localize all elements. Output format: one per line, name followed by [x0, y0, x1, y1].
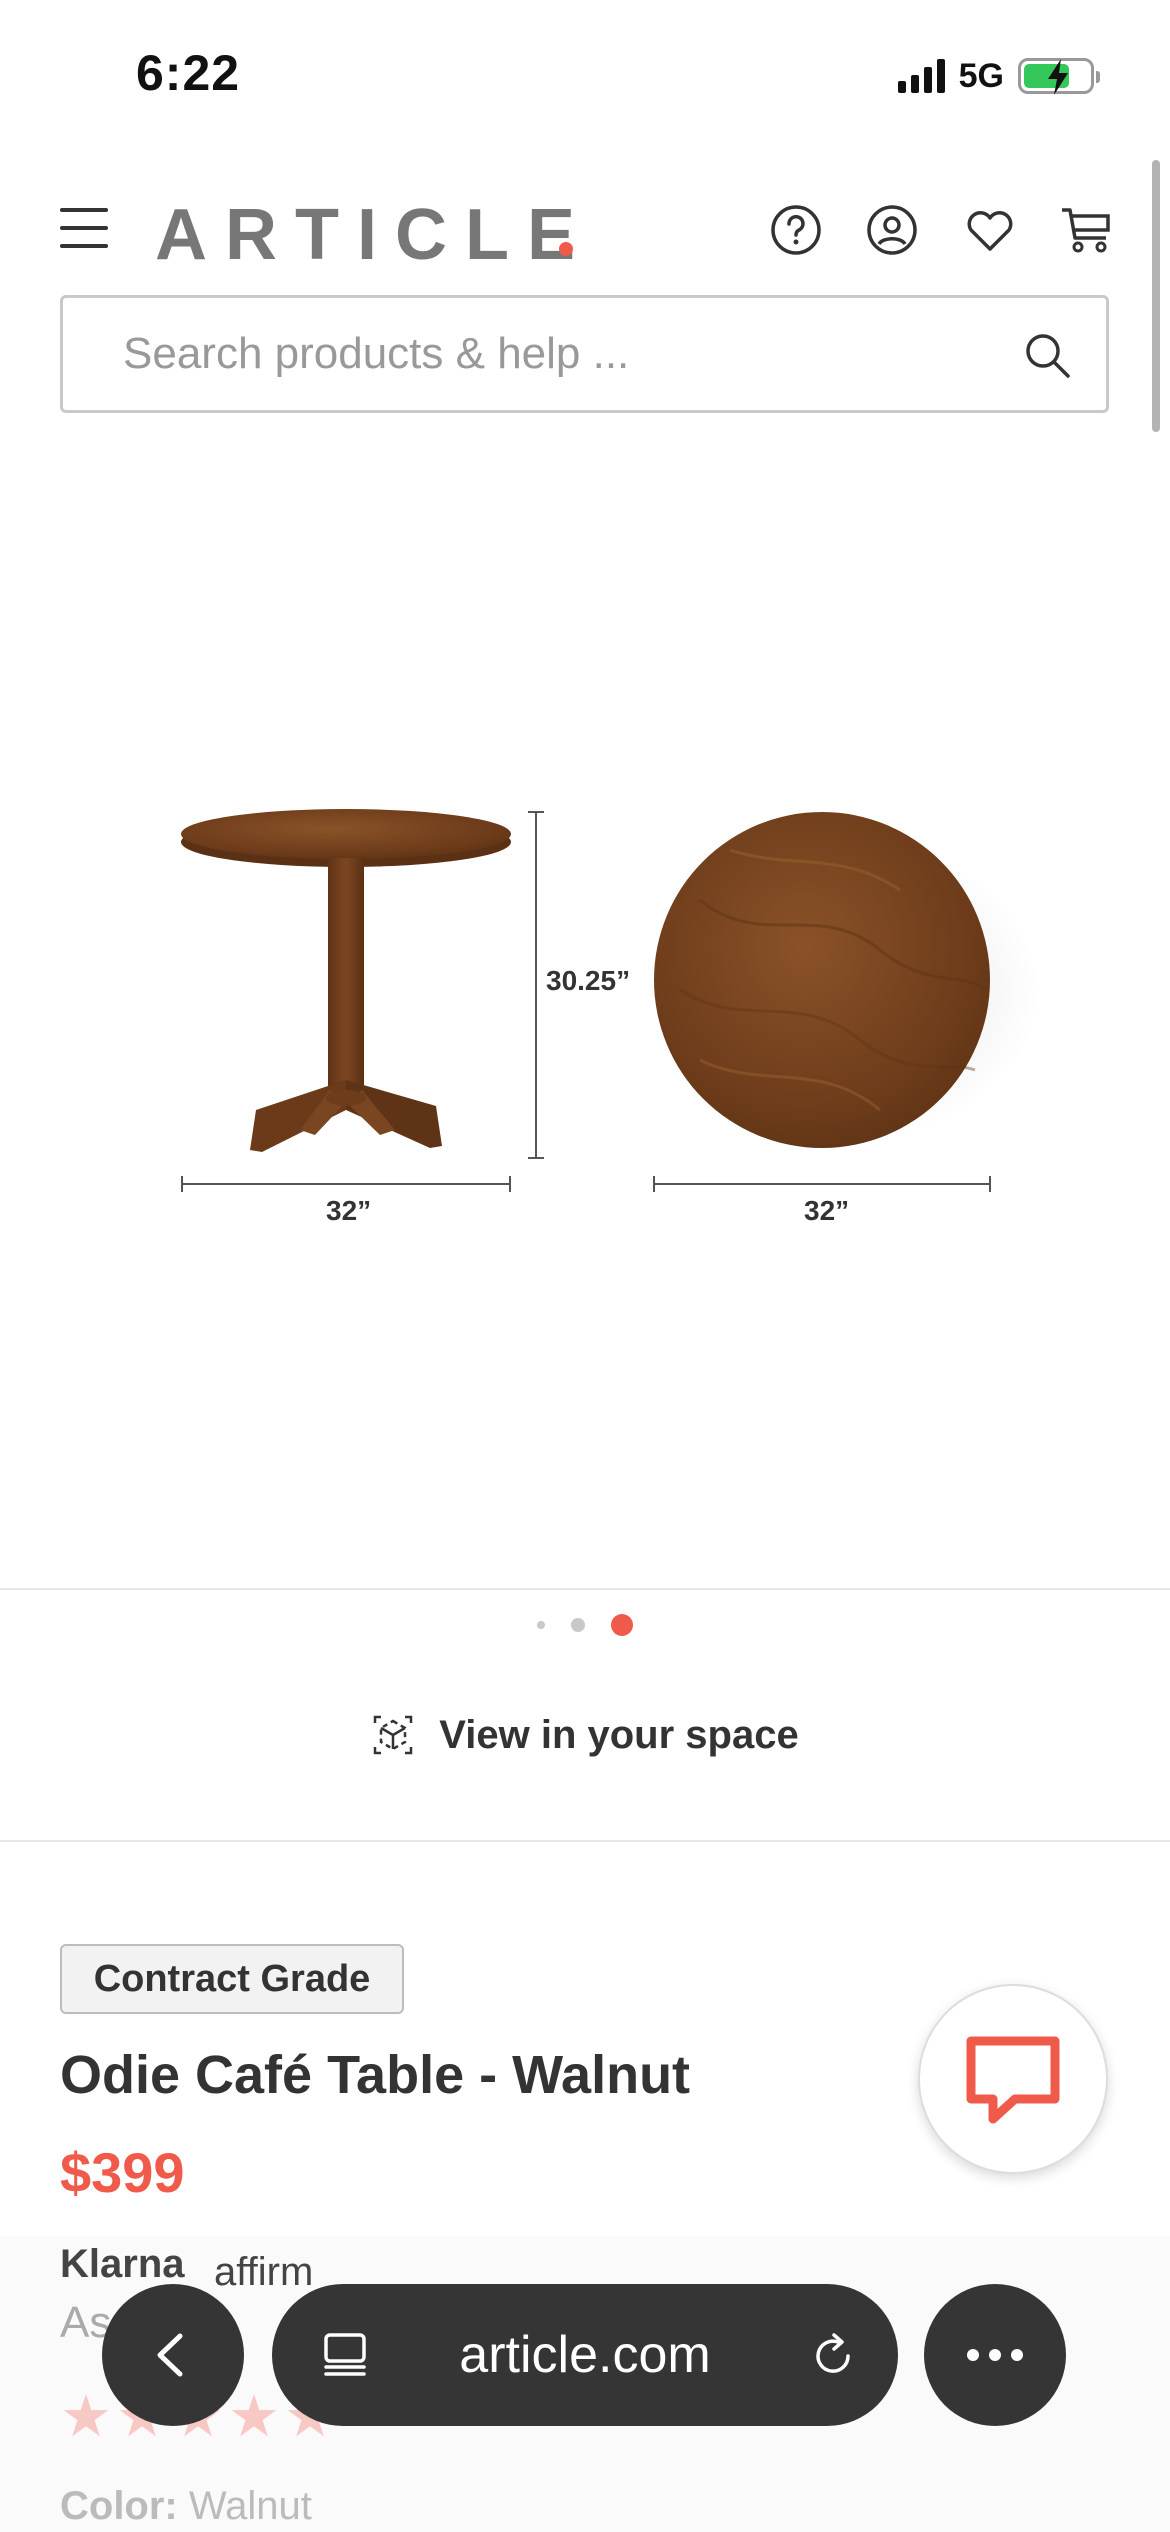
search-icon[interactable] — [1022, 330, 1072, 380]
top-width-label: 32” — [804, 1195, 849, 1226]
height-label: 30.25” — [546, 965, 630, 996]
color-value: Walnut — [188, 2484, 312, 2528]
height-dimension — [528, 811, 544, 1159]
carousel-dots[interactable] — [0, 1614, 1170, 1636]
carousel-dot[interactable] — [571, 1618, 585, 1632]
browser-url: article.com — [459, 2326, 711, 2384]
top-width-dimension — [653, 1176, 991, 1192]
table-side-view — [181, 809, 511, 1152]
status-indicators: 5G — [897, 56, 1100, 96]
reload-icon[interactable] — [808, 2330, 858, 2380]
site-header: ARTICLE — [0, 190, 1170, 275]
product-price: $399 — [60, 2141, 185, 2204]
ar-cube-icon — [374, 1715, 413, 1755]
table-top-view — [654, 812, 1040, 1148]
side-width-label: 32” — [326, 1195, 371, 1226]
klarna-logo: Klarna — [60, 2242, 185, 2286]
side-width-dimension — [181, 1176, 511, 1192]
logo-dot — [559, 242, 573, 256]
battery-icon — [1018, 58, 1100, 95]
site-logo[interactable]: ARTICLE — [155, 194, 593, 276]
browser-address-bar[interactable]: article.com — [272, 2284, 898, 2426]
product-dimension-image[interactable]: 30.25” 32” 32” — [0, 430, 1170, 1590]
view-in-space-button[interactable]: View in your space — [0, 1700, 1170, 1770]
chat-button[interactable] — [918, 1984, 1108, 2174]
browser-back-button[interactable] — [102, 2284, 244, 2426]
divider — [0, 1840, 1170, 1842]
help-icon[interactable] — [768, 202, 824, 258]
more-dot — [989, 2349, 1001, 2361]
status-bar: 6:22 5G — [0, 0, 1170, 150]
search-box — [60, 295, 1109, 413]
color-label: Color: — [60, 2484, 178, 2528]
search-input[interactable] — [123, 298, 1023, 410]
menu-icon[interactable] — [60, 208, 108, 248]
page-scrollbar[interactable] — [1152, 160, 1160, 432]
product-title: Odie Café Table - Walnut — [60, 2045, 691, 2105]
chevron-left-icon — [157, 2333, 183, 2377]
color-selector-label: Color: Walnut — [60, 2484, 312, 2529]
status-time: 6:22 — [136, 45, 241, 101]
contract-grade-badge: Contract Grade — [60, 1944, 404, 2014]
carousel-dot[interactable] — [611, 1614, 633, 1636]
account-icon[interactable] — [864, 202, 920, 258]
signal-icon — [897, 59, 945, 93]
wishlist-heart-icon[interactable] — [962, 202, 1018, 258]
carousel-dot[interactable] — [537, 1621, 545, 1629]
view-in-space-label: View in your space — [439, 1712, 799, 1757]
more-dot — [1011, 2349, 1023, 2361]
more-dot — [967, 2349, 979, 2361]
browser-more-button[interactable] — [924, 2284, 1066, 2426]
divider — [0, 1588, 1170, 1590]
cart-icon[interactable] — [1058, 202, 1114, 258]
chat-bubble-icon — [966, 2036, 1060, 2124]
network-label: 5G — [958, 56, 1004, 95]
